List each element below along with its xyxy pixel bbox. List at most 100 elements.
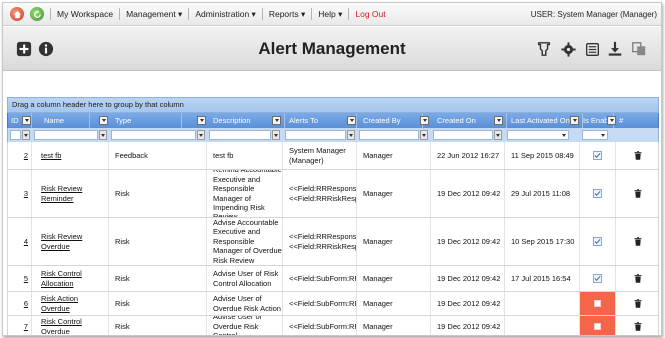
cell-id[interactable]: 4 — [8, 218, 32, 265]
trash-icon[interactable] — [616, 170, 660, 217]
filter-icon[interactable] — [535, 40, 553, 58]
cell-id[interactable]: 2 — [8, 142, 32, 169]
col-filter-id[interactable] — [22, 116, 31, 125]
cell-is-enabled — [580, 170, 616, 217]
cell-name[interactable]: Risk Control Overdue — [32, 316, 109, 335]
list-icon[interactable] — [583, 40, 601, 58]
filter-select-is-enabled[interactable] — [582, 130, 608, 140]
table-row[interactable]: 5 Risk Control Allocation Risk Advise Us… — [7, 266, 659, 292]
cell-is-enabled — [580, 316, 616, 335]
group-by-bar[interactable]: Drag a column header here to group by th… — [7, 97, 659, 113]
cell-name[interactable]: test fb — [32, 142, 109, 169]
cell-last-activated — [505, 316, 580, 335]
cell-description: Advise User of Overdue Risk Control — [207, 316, 283, 335]
cell-type: Risk — [109, 292, 207, 315]
filter-op-created-by[interactable] — [420, 130, 428, 140]
grid-header: ID Name Type Description Alerts To Creat… — [7, 113, 659, 128]
nav-my-workspace[interactable]: My Workspace — [57, 9, 113, 19]
filter-input-id[interactable] — [10, 130, 21, 140]
trash-icon[interactable] — [616, 218, 660, 265]
logout-link[interactable]: Log Out — [355, 9, 385, 19]
col-filter-description[interactable] — [272, 116, 281, 125]
nav-management[interactable]: Management ▾ — [126, 9, 182, 20]
enabled-checkbox[interactable] — [593, 274, 602, 283]
cell-created-on: 19 Dec 2012 09:42 — [431, 316, 505, 335]
cell-alerts-to: <<Field:SubForm:RRActior — [283, 292, 357, 315]
cell-last-activated: 11 Sep 2015 08:49 — [505, 142, 580, 169]
enabled-checkbox[interactable] — [593, 189, 602, 198]
home-icon[interactable] — [10, 7, 24, 21]
cell-is-enabled — [580, 142, 616, 169]
filter-op-id[interactable] — [22, 130, 30, 140]
cell-alerts-to: <<Field:RRResponsibilityU <<Field:RRRisk… — [283, 170, 357, 217]
table-row[interactable]: 2 test fb Feedback test fb System Manage… — [7, 142, 659, 170]
col-header-created-by[interactable]: Created By — [357, 113, 423, 128]
cell-type: Feedback — [109, 142, 207, 169]
table-row[interactable]: 3 Risk Review Reminder Risk Remind Accou… — [7, 170, 659, 218]
filter-input-last-activated[interactable] — [507, 130, 569, 140]
col-header-actions: # — [619, 116, 624, 125]
col-filter-type[interactable] — [197, 116, 206, 125]
col-filter-last-activated[interactable] — [570, 116, 579, 125]
cell-created-on: 19 Dec 2012 09:42 — [431, 292, 505, 315]
col-header-type[interactable]: Type — [109, 113, 182, 128]
table-row[interactable]: 7 Risk Control Overdue Risk Advise User … — [7, 316, 660, 335]
cell-last-activated: 29 Jul 2015 11:08 — [505, 170, 580, 217]
cell-id[interactable]: 5 — [8, 266, 32, 291]
cell-description: Advise User of Overdue Risk Action — [207, 292, 283, 315]
filter-input-created-on[interactable] — [433, 130, 493, 140]
cell-description: test fb — [207, 142, 283, 169]
cell-type: Risk — [109, 316, 207, 335]
nav-help[interactable]: Help ▾ — [318, 9, 342, 20]
download-icon[interactable] — [606, 40, 624, 58]
enabled-checkbox[interactable] — [593, 151, 602, 160]
col-filter-created-by[interactable] — [420, 116, 429, 125]
cell-id[interactable]: 7 — [8, 316, 32, 335]
cell-last-activated — [505, 292, 580, 315]
refresh-icon[interactable] — [30, 7, 44, 21]
filter-input-description[interactable] — [209, 130, 271, 140]
trash-icon[interactable] — [616, 266, 660, 291]
enabled-checkbox[interactable] — [593, 237, 602, 246]
cell-alerts-to: <<Field:RRResponsibilityU <<Field:RRRisk… — [283, 218, 357, 265]
cell-description: Advise Accountable Executive and Respons… — [207, 218, 283, 265]
trash-icon[interactable] — [616, 292, 660, 315]
cell-created-by: Manager — [357, 218, 431, 265]
filter-input-alerts-to[interactable] — [285, 130, 346, 140]
filter-op-type[interactable] — [197, 130, 205, 140]
cell-created-by: Manager — [357, 170, 431, 217]
filter-input-name[interactable] — [34, 130, 98, 140]
col-header-alerts-to[interactable]: Alerts To — [283, 113, 357, 128]
cell-is-enabled — [580, 218, 616, 265]
col-filter-name[interactable] — [99, 116, 108, 125]
cell-id[interactable]: 3 — [8, 170, 32, 217]
col-filter-alerts-to[interactable] — [347, 116, 356, 125]
cell-name[interactable]: Risk Review Reminder — [32, 170, 109, 217]
trash-icon[interactable] — [616, 142, 660, 169]
copy-icon[interactable] — [630, 40, 648, 58]
table-row[interactable]: 4 Risk Review Overdue Risk Advise Accoun… — [7, 218, 659, 266]
nav-administration[interactable]: Administration ▾ — [195, 9, 256, 20]
filter-input-created-by[interactable] — [359, 130, 419, 140]
filter-input-type[interactable] — [111, 130, 196, 140]
cell-alerts-to: System Manager (Manager) — [283, 142, 357, 169]
nav-reports[interactable]: Reports ▾ — [269, 9, 305, 20]
filter-op-alerts-to[interactable] — [347, 130, 355, 140]
cell-name[interactable]: Risk Control Allocation — [32, 266, 109, 291]
enabled-checkbox[interactable] — [594, 300, 601, 307]
cell-name[interactable]: Risk Action Overdue — [32, 292, 109, 315]
filter-op-description[interactable] — [272, 130, 280, 140]
col-filter-is-enabled[interactable] — [607, 116, 616, 125]
gear-icon[interactable] — [559, 40, 577, 58]
enabled-checkbox[interactable] — [594, 323, 601, 330]
filter-op-name[interactable] — [99, 130, 107, 140]
filter-op-created-on[interactable] — [494, 130, 502, 140]
trash-icon[interactable] — [616, 316, 660, 335]
cell-id[interactable]: 6 — [8, 292, 32, 315]
cell-name[interactable]: Risk Review Overdue — [32, 218, 109, 265]
table-row[interactable]: 6 Risk Action Overdue Risk Advise User o… — [7, 292, 659, 316]
cell-alerts-to: <<Field:SubForm:RRContr — [283, 316, 357, 335]
col-filter-created-on[interactable] — [494, 116, 503, 125]
col-header-name[interactable]: Name — [32, 113, 90, 128]
cell-description: Remind Accountable Executive and Respons… — [207, 170, 283, 217]
